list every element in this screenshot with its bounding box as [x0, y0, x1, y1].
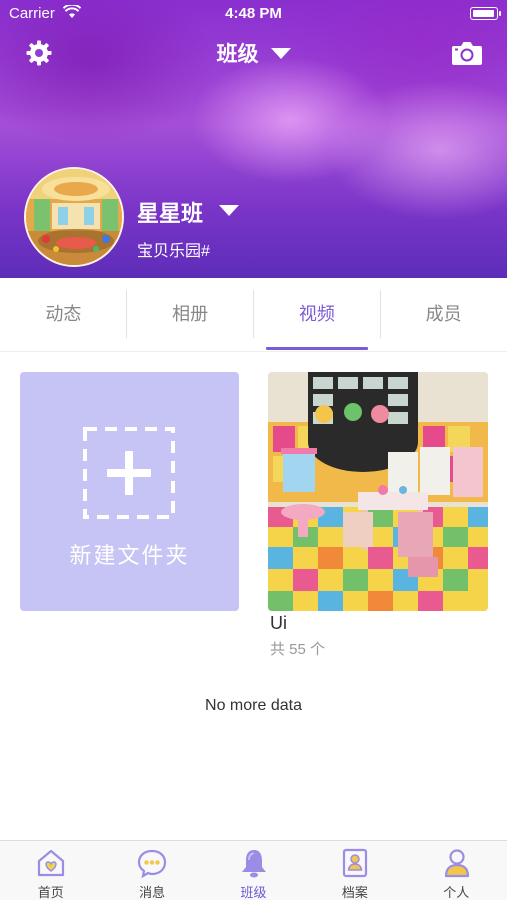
- nav-records-label: 档案: [341, 885, 368, 900]
- nav-profile[interactable]: 个人: [406, 841, 507, 900]
- bottom-tab-bar: 首页 消息 班级 档案 个人: [0, 840, 507, 900]
- profile-card-icon: [339, 847, 371, 879]
- video-folder-name[interactable]: Ui: [270, 613, 287, 634]
- new-folder-button[interactable]: 新建文件夹: [20, 372, 239, 611]
- content-tabs: 动态 相册 视频 成员: [0, 278, 507, 352]
- nav-home[interactable]: 首页: [0, 841, 101, 900]
- video-folder-thumbnail[interactable]: [268, 372, 488, 611]
- caret-down-icon: [270, 47, 291, 59]
- nav-profile-label: 个人: [443, 885, 470, 900]
- class-name[interactable]: 星星班: [137, 196, 203, 228]
- tab-videos[interactable]: 视频: [254, 278, 381, 352]
- video-folder-count: 共 55 个: [270, 641, 326, 658]
- nav-class[interactable]: 班级: [203, 841, 304, 900]
- person-icon: [441, 847, 473, 879]
- class-caret-down-icon[interactable]: [219, 205, 239, 216]
- nav-messages-label: 消息: [139, 885, 166, 900]
- status-bar: Carrier 4:48 PM: [0, 0, 507, 28]
- home-heart-icon: [35, 847, 67, 879]
- nav-messages[interactable]: 消息: [101, 841, 202, 900]
- tab-albums[interactable]: 相册: [127, 278, 254, 352]
- camera-icon[interactable]: [451, 40, 483, 66]
- bell-icon: [238, 847, 270, 879]
- nav-class-label: 班级: [240, 885, 267, 900]
- no-more-data-label: No more data: [205, 697, 302, 714]
- class-switcher[interactable]: 班级: [0, 38, 507, 68]
- class-header: Carrier 4:48 PM 班级 星星班 宝贝乐园#: [0, 0, 507, 278]
- tab-moments[interactable]: 动态: [0, 278, 127, 352]
- class-avatar[interactable]: [24, 167, 124, 267]
- active-tab-indicator: [266, 347, 368, 350]
- status-time: 4:48 PM: [225, 5, 282, 22]
- new-folder-label: 新建文件夹: [69, 543, 190, 568]
- nav-records[interactable]: 档案: [304, 841, 405, 900]
- school-name: 宝贝乐园#: [137, 243, 210, 260]
- add-folder-icon: [83, 427, 175, 519]
- tab-members[interactable]: 成员: [380, 278, 507, 352]
- page-title: 班级: [216, 43, 259, 66]
- battery-icon: [470, 7, 501, 20]
- nav-home-label: 首页: [37, 885, 64, 900]
- message-bubble-icon: [136, 847, 168, 879]
